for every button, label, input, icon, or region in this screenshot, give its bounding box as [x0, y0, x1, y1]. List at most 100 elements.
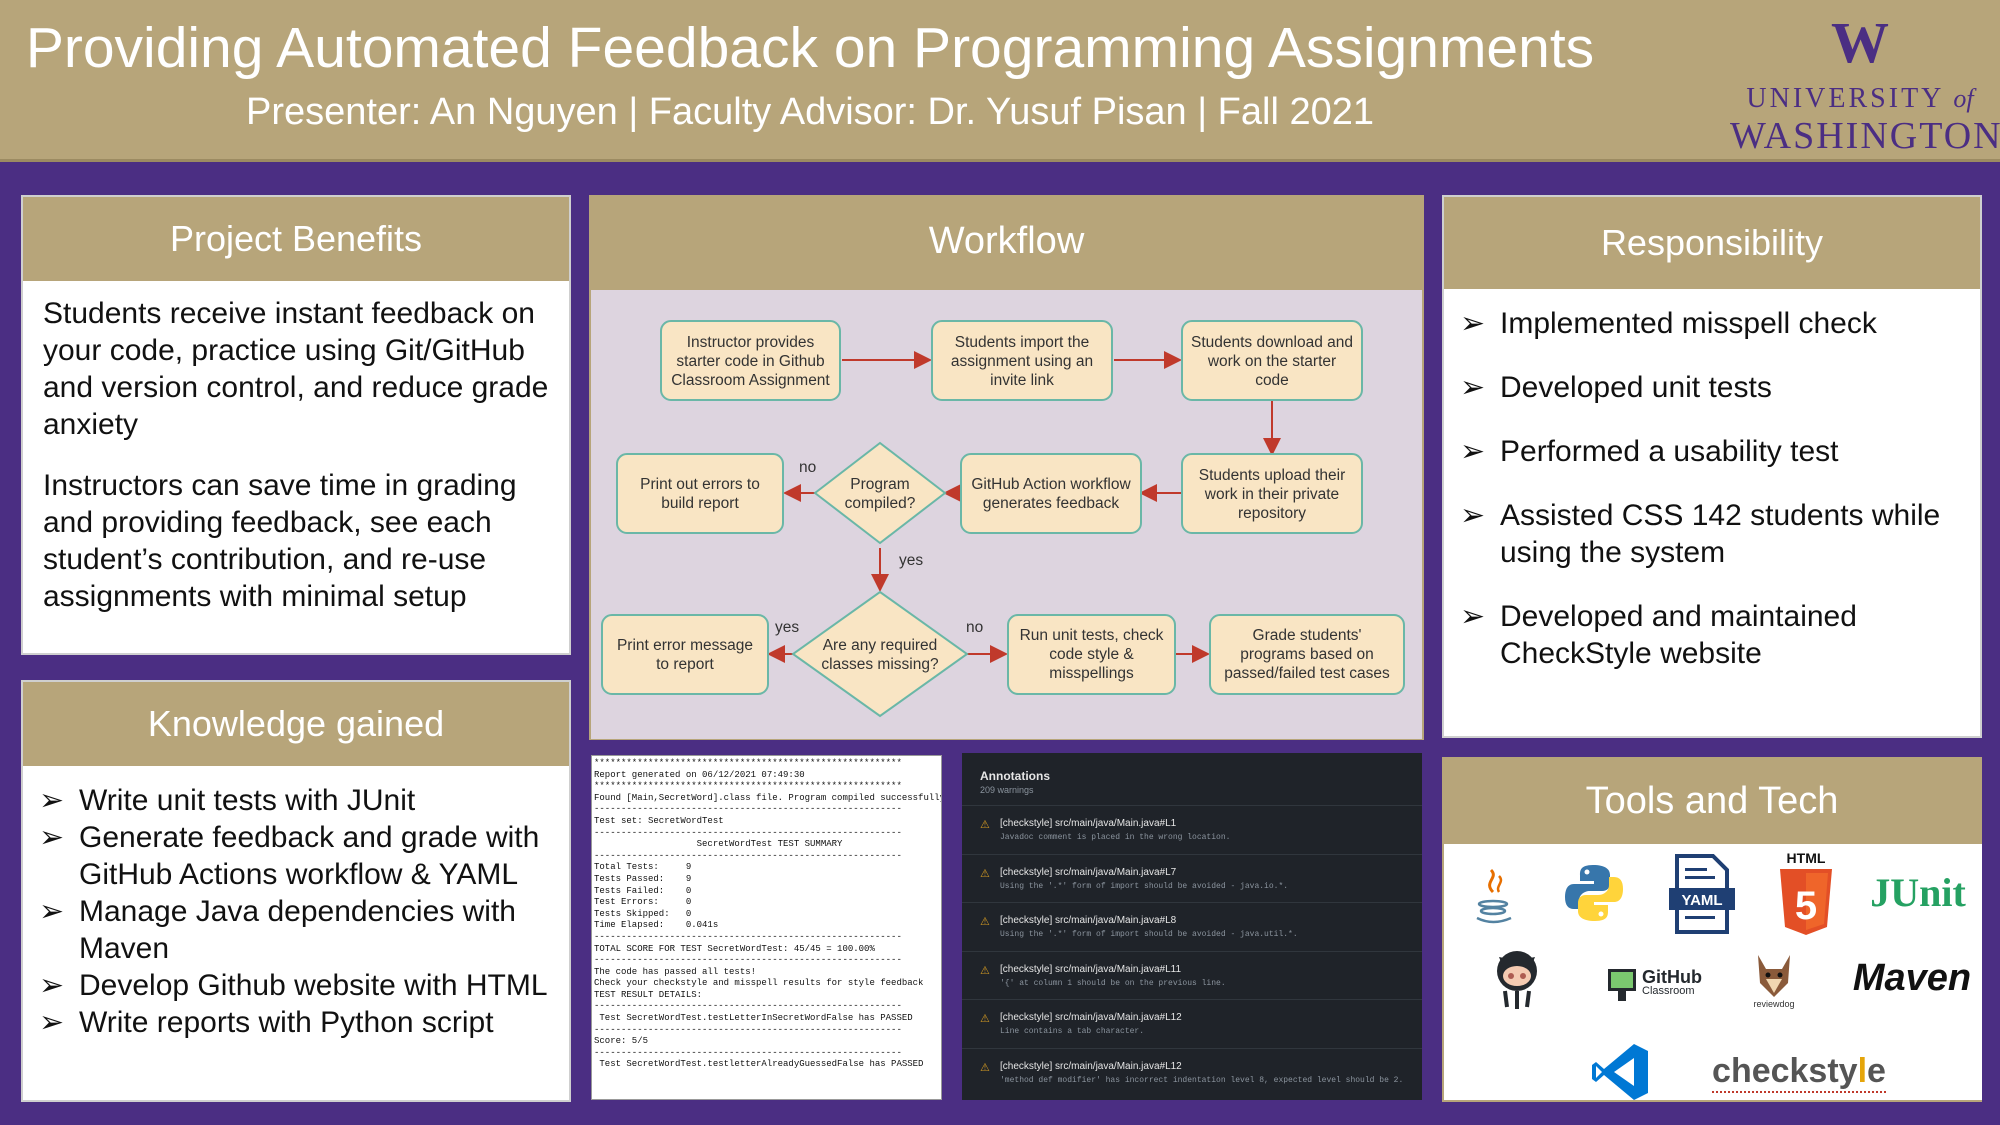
report-line: Found [Main,SecretWord].class file. Prog…: [594, 792, 942, 803]
annotation-message: 'method def modifier' has incorrect inde…: [1000, 1075, 1404, 1085]
annotation-row[interactable]: ⚠ [checkstyle] src/main/java/Main.java#L1…: [962, 1047, 1422, 1097]
arrow-bullet-icon: ➢: [1460, 435, 1486, 468]
annotation-row[interactable]: ⚠ [checkstyle] src/main/java/Main.java#L8…: [962, 902, 1422, 951]
warning-icon: ⚠: [980, 867, 990, 880]
arrow-bullet-icon: ➢: [1460, 499, 1486, 532]
report-line: ----------------------------------------…: [594, 955, 902, 966]
report-line: ----------------------------------------…: [594, 850, 902, 861]
annotations-count: 209 warnings: [980, 785, 1034, 795]
responsibility-heading: Responsibility: [1444, 197, 1980, 289]
node-grade-line2: programs based on: [1240, 646, 1374, 663]
list-item: ➢ Manage Java dependencies with Maven: [39, 895, 516, 965]
annotation-location: [checkstyle] src/main/java/Main.java#L7: [1000, 866, 1177, 878]
arrow-bullet-icon: ➢: [1460, 307, 1486, 340]
poster-header: Providing Automated Feedback on Programm…: [0, 0, 2000, 162]
uw-logo-line1: UNIVERSITY of: [1746, 83, 1974, 114]
poster-title: Providing Automated Feedback on Programm…: [25, 16, 1595, 80]
decision-compiled-line2: compiled?: [845, 495, 916, 512]
annotation-location: [checkstyle] src/main/java/Main.java#L1: [1000, 818, 1177, 829]
workflow-heading: Workflow: [589, 195, 1424, 287]
annotation-row[interactable]: ⚠ [checkstyle] src/main/java/Main.java#L1…: [962, 950, 1422, 1000]
report-line: ****************************************…: [594, 758, 902, 768]
annotation-message: Javadoc comment is placed in the wrong l…: [1000, 833, 1231, 842]
report-line: Test SecretWordTest.testLetterInSecretWo…: [594, 1013, 913, 1024]
node-run-tests-line1: Run unit tests, check: [1020, 627, 1164, 644]
annotations-title: Annotations: [980, 769, 1050, 783]
benefits-panel: Project Benefits Students receive instan…: [21, 195, 571, 655]
node-print-message-line2: to report: [656, 656, 714, 673]
python-icon: [1554, 854, 1634, 932]
report-line: TEST RESULT DETAILS:: [594, 989, 703, 1000]
annotation-row[interactable]: ⚠ [checkstyle] src/main/java/Main.java#L7…: [962, 853, 1422, 903]
report-line: TOTAL SCORE FOR TEST SecretWordTest: 45/…: [594, 943, 875, 954]
node-print-errors-line1: Print out errors to: [640, 476, 760, 493]
node-upload-line3: repository: [1238, 505, 1306, 522]
annotation-message: Using the '.*' form of import should be …: [1000, 881, 1289, 891]
github-octocat-icon: [1482, 944, 1552, 1014]
annotation-location: [checkstyle] src/main/java/Main.java#L12: [1000, 1060, 1182, 1072]
node-download-line2: work on the starter: [1207, 353, 1336, 370]
node-run-tests-line3: misspellings: [1049, 665, 1134, 682]
junit-icon: JUnit: [1862, 862, 1974, 922]
tools-heading: Tools and Tech: [1442, 757, 1982, 845]
arrow-bullet-icon: ➢: [39, 821, 65, 854]
html5-number: 5: [1795, 884, 1817, 928]
checkstyle-label: checkstyle: [1712, 1052, 1886, 1093]
yaml-label: YAML: [1681, 892, 1722, 909]
uw-w-mark: W: [1831, 10, 1889, 75]
label-no-compiled: no: [799, 459, 816, 476]
java-icon: [1464, 862, 1524, 932]
report-line: Report generated on 06/12/2021 07:49:30: [594, 769, 805, 780]
annotation-location: [checkstyle] src/main/java/Main.java#L8: [1000, 915, 1177, 926]
node-print-message-line1: Print error message: [617, 637, 753, 654]
report-line: Tests Failed: 0: [594, 885, 692, 896]
arrow-bullet-icon: ➢: [39, 784, 65, 817]
node-grade-line3: passed/failed test cases: [1224, 665, 1390, 682]
benefits-body: Students receive instant feedback on you…: [23, 281, 569, 657]
warning-icon: ⚠: [980, 1061, 990, 1074]
workflow-flowchart: Instructor provides starter code in Gith…: [601, 320, 1405, 718]
node-print-errors-line2: build report: [661, 495, 739, 512]
list-item: ➢ Generate feedback and grade with GitHub…: [39, 821, 540, 891]
github-classroom-label: GitHub: [1642, 967, 1702, 987]
report-line: Tests Passed: 9: [594, 873, 692, 884]
node-action-line2: generates feedback: [983, 495, 1119, 512]
report-line: ****************************************…: [594, 781, 902, 792]
annotation-row[interactable]: ⚠ [checkstyle] src/main/java/Main.java#L1…: [962, 805, 1422, 854]
report-line: ----------------------------------------…: [594, 804, 902, 815]
label-yes-missing: yes: [775, 619, 799, 636]
report-line: Tests Skipped: 0: [594, 908, 692, 919]
report-line: SecretWordTest TEST SUMMARY: [594, 839, 843, 850]
classroom-sublabel: Classroom: [1642, 985, 1695, 997]
warning-icon: ⚠: [980, 1013, 990, 1025]
list-item: ➢ Write unit tests with JUnit: [39, 784, 416, 817]
test-report-screenshot: ****************************************…: [591, 755, 942, 1100]
report-line: Test set: SecretWordTest: [594, 815, 724, 826]
annotation-message: Line contains a tab character.: [1000, 1027, 1145, 1036]
maven-icon: Maven: [1844, 952, 1980, 1004]
report-line: The code has passed all tests!: [594, 966, 757, 977]
node-upload-line2: work in their private: [1204, 486, 1339, 503]
report-line: Test SecretWordTest.testletterAlreadyGue…: [594, 1059, 924, 1070]
report-line: Time Elapsed: 0.041s: [594, 920, 719, 931]
junit-label: JUnit: [1870, 869, 1966, 915]
node-import-line3: invite link: [990, 372, 1054, 389]
reviewdog-icon: reviewdog: [1734, 946, 1814, 1016]
poster-subtitle: Presenter: An Nguyen | Faculty Advisor: …: [246, 91, 1374, 133]
html5-label: HTML: [1787, 850, 1826, 866]
annotation-message: Using the '.*' form of import should be …: [1000, 930, 1298, 939]
list-item: ➢ Assisted CSS 142 students while using t…: [1460, 499, 1941, 569]
node-grade-line1: Grade students': [1253, 627, 1362, 644]
maven-label: Maven: [1852, 956, 1972, 999]
warning-icon: ⚠: [980, 916, 990, 928]
node-action-line1: GitHub Action workflow: [971, 476, 1131, 493]
node-import-line1: Students import the: [955, 334, 1089, 351]
benefits-heading: Project Benefits: [23, 197, 569, 281]
list-item: ➢ Performed a usability test: [1460, 435, 1839, 468]
report-line: Score: 5/5: [594, 1036, 649, 1047]
annotation-row[interactable]: ⚠ [checkstyle] src/main/java/Main.java#L1…: [962, 999, 1422, 1048]
report-line: ----------------------------------------…: [594, 1024, 902, 1035]
arrow-bullet-icon: ➢: [39, 1006, 65, 1039]
arrow-bullet-icon: ➢: [39, 969, 65, 1002]
report-line: Total Tests: 9: [594, 862, 692, 873]
